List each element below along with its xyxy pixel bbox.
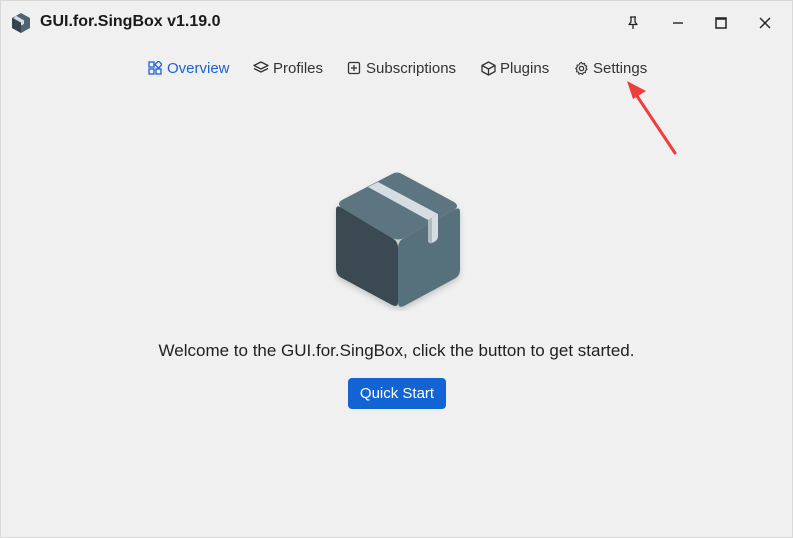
tab-plugins-label: Plugins: [500, 59, 550, 77]
pin-button[interactable]: [618, 9, 648, 37]
tab-subscriptions[interactable]: Subscriptions: [346, 56, 456, 80]
close-button[interactable]: [750, 9, 780, 37]
grid-icon: [147, 60, 163, 76]
package-box-illustration: [336, 172, 460, 307]
tab-overview-label: Overview: [167, 59, 230, 77]
tab-plugins[interactable]: Plugins: [480, 56, 549, 80]
app-window: GUI.for.SingBox v1.19.0 Overview Profile…: [0, 0, 793, 538]
pin-icon: [628, 16, 638, 29]
cube-icon: [480, 60, 496, 76]
gear-icon: [573, 60, 589, 76]
bookmark-add-icon: [346, 60, 362, 76]
title-bar: GUI.for.SingBox v1.19.0: [1, 1, 792, 45]
tab-settings-label: Settings: [593, 59, 648, 77]
window-title: GUI.for.SingBox v1.19.0: [40, 13, 221, 30]
quick-start-button[interactable]: Quick Start: [348, 378, 446, 409]
tab-subscriptions-label: Subscriptions: [366, 59, 457, 77]
welcome-message: Welcome to the GUI.for.SingBox, click th…: [158, 341, 635, 360]
close-icon: [759, 17, 771, 29]
minimize-icon: [673, 22, 683, 24]
maximize-button[interactable]: [706, 9, 736, 37]
maximize-icon: [715, 17, 727, 29]
tab-overview[interactable]: Overview: [147, 56, 230, 80]
minimize-button[interactable]: [663, 9, 693, 37]
app-logo-icon: [12, 13, 30, 33]
layers-icon: [253, 60, 269, 76]
red-arrow-annotation: [627, 81, 677, 155]
tab-profiles[interactable]: Profiles: [253, 56, 323, 80]
tab-profiles-label: Profiles: [273, 59, 324, 77]
